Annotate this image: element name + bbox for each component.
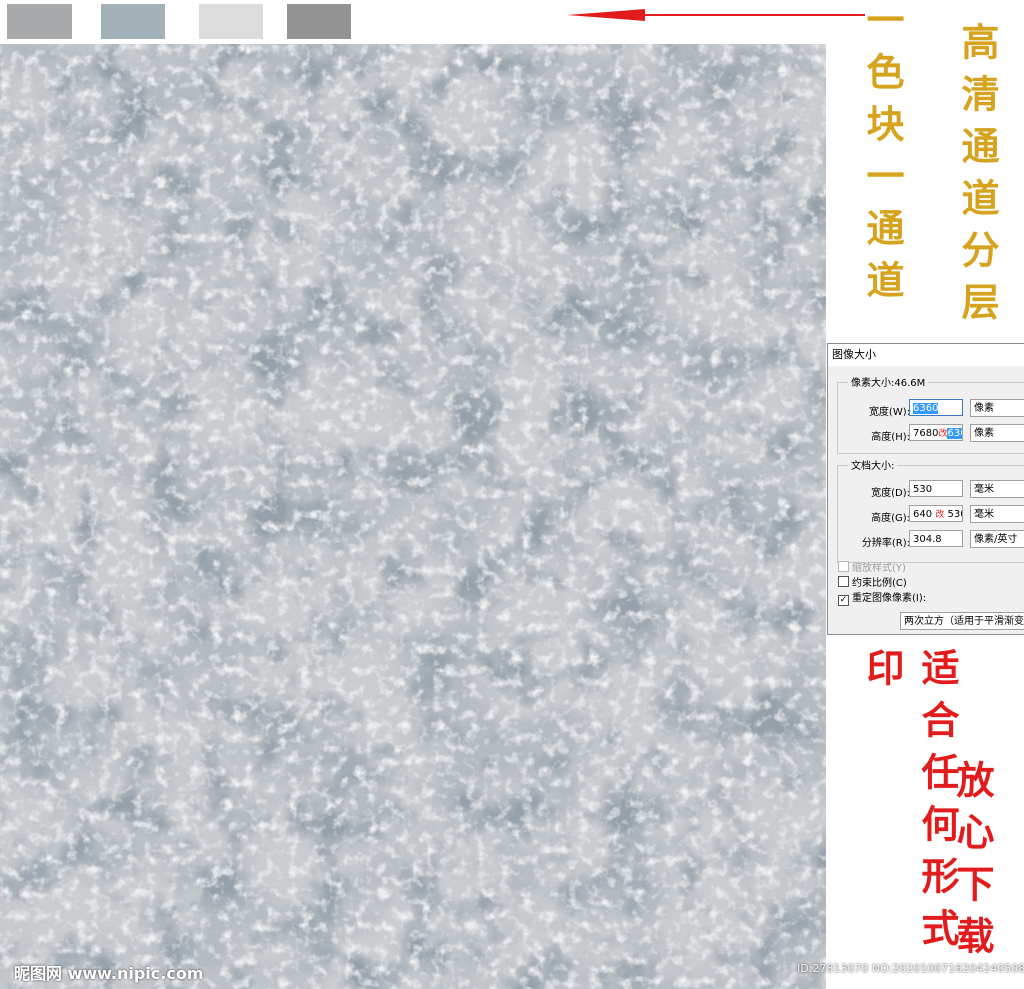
doc-width-row: 宽度(D): 530 毫米⌄ [838,480,1024,500]
doc-width-input[interactable]: 530 [909,480,963,497]
checkmark-icon: ✓ [838,595,849,606]
red-arrow-icon [567,9,865,21]
dialog-title: 图像大小 [828,344,1024,366]
doc-height-unit: 毫米 [974,509,994,520]
doc-height-new-value: 530 [947,509,962,520]
image-id-watermark: ID:27813070 NO:20201007162042405085 [797,962,1024,975]
resample-method-select[interactable]: 两次立方（适用于平滑渐变 [900,612,1024,630]
resolution-unit: 像素/英寸 [974,534,1018,545]
scale-styles-label: 缩放样式(Y) [852,563,906,574]
pixel-width-label: 宽度(W): [868,407,910,418]
doc-height-unit-select[interactable]: 毫米⌄ [970,505,1024,523]
resample-method-value: 两次立方（适用于平滑渐变 [904,616,1024,627]
doc-width-value: 530 [913,484,933,495]
doc-height-change-mark: 改 [935,510,945,520]
pixel-height-old-value: 7680 [913,428,939,439]
image-size-dialog: 图像大小 宽度(W): 6360 像素⌄ 高度(H): 7680改6360 像素… [827,343,1024,635]
color-swatch-3 [199,4,263,39]
pixel-height-row: 高度(H): 7680改6360 像素⌄ [838,424,1024,444]
doc-width-unit: 毫米 [974,484,994,495]
checkbox-box [838,561,849,572]
doc-height-input[interactable]: 640 改 530 [909,505,963,522]
pixel-height-new-value: 6360 [947,428,962,439]
document-size-title: 文档大小: [848,457,898,472]
color-swatch-2 [101,4,165,39]
site-watermark: 昵图网 www.nipic.com [14,964,204,983]
pixel-width-input[interactable]: 6360 [909,399,963,416]
annotation-download-safely: 放心下载 [950,760,995,968]
scale-styles-checkbox[interactable]: 缩放样式(Y) [838,561,906,575]
pixel-height-unit-select[interactable]: 像素⌄ [970,424,1024,442]
pixel-height-label: 高度(H): [871,432,910,443]
pixel-width-unit-select[interactable]: 像素⌄ [970,399,1024,417]
color-swatch-4 [287,4,351,39]
doc-height-old-value: 640 [913,509,933,520]
constrain-proportions-label: 约束比例(C) [852,578,907,589]
pixel-height-input[interactable]: 7680改6360 [909,424,963,441]
annotation-hd-channel-layering: 高清通道分层 [955,22,1000,334]
annotation-one-color-one-channel: 一色块一通道 [860,0,905,312]
pixel-width-value: 6360 [913,403,939,414]
marble-texture-image [0,44,826,989]
resolution-label: 分辨率(R): [861,538,910,549]
document-size-group: 宽度(D): 530 毫米⌄ 高度(G): 640 改 530 毫米⌄ 分辨率(… [837,465,1024,563]
constrain-proportions-checkbox[interactable]: 约束比例(C) [838,576,907,590]
resample-checkbox[interactable]: ✓ 重定图像像素(I): [838,592,926,606]
doc-height-label: 高度(G): [871,513,910,524]
pixel-width-unit: 像素 [974,403,994,414]
pixel-height-unit: 像素 [974,428,994,439]
doc-width-label: 宽度(D): [871,488,910,499]
doc-height-row: 高度(G): 640 改 530 毫米⌄ [838,505,1024,525]
resolution-value: 304.8 [913,534,942,545]
checkbox-box [838,576,849,587]
resolution-unit-select[interactable]: 像素/英寸⌄ [970,530,1024,548]
pixel-dimensions-title: 像素大小:46.6M [848,374,929,389]
color-swatch-1 [7,4,72,39]
resolution-input[interactable]: 304.8 [909,530,963,547]
resample-label: 重定图像像素(I): [852,593,927,604]
pixel-width-row: 宽度(W): 6360 像素⌄ [838,399,1024,419]
doc-width-unit-select[interactable]: 毫米⌄ [970,480,1024,498]
pixel-dimensions-group: 宽度(W): 6360 像素⌄ 高度(H): 7680改6360 像素⌄ [837,382,1024,454]
resolution-row: 分辨率(R): 304.8 像素/英寸⌄ [838,530,1024,550]
